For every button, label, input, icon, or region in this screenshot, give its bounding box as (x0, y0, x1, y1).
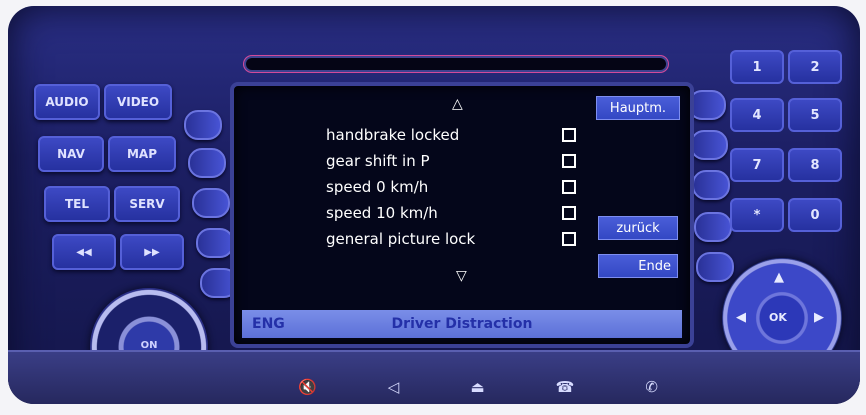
tel-button[interactable]: TEL (44, 186, 110, 222)
back-softkey[interactable]: zurück (598, 216, 678, 240)
head-unit: AUDIO VIDEO NAV MAP TEL SERV ◀◀ ▶▶ ON △ … (8, 6, 860, 404)
key-4[interactable]: 4 (730, 98, 784, 132)
handbrake-checkbox[interactable] (562, 128, 576, 142)
language-indicator: ENG (252, 316, 285, 332)
menu-item-label: gear shift in P (326, 152, 430, 170)
dpad-ok-button[interactable]: OK (769, 311, 787, 324)
scroll-down-icon[interactable]: ▽ (456, 268, 467, 284)
right-softkey-3[interactable] (692, 170, 730, 200)
menu-item-label: speed 0 km/h (326, 178, 429, 196)
menu-item-speed-10[interactable]: speed 10 km/h (326, 200, 576, 226)
right-softkey-4[interactable] (694, 212, 732, 242)
menu-item-handbrake[interactable]: handbrake locked (326, 122, 576, 148)
screen-title: Driver Distraction (391, 316, 533, 332)
menu-item-speed-0[interactable]: speed 0 km/h (326, 174, 576, 200)
menu-item-picture-lock[interactable]: general picture lock (326, 226, 576, 252)
main-menu-softkey[interactable]: Hauptm. (596, 96, 680, 120)
key-0[interactable]: 0 (788, 198, 842, 232)
left-softkey-1[interactable] (184, 110, 222, 140)
picture-lock-checkbox[interactable] (562, 232, 576, 246)
display-screen: △ handbrake locked gear shift in P speed… (230, 82, 694, 348)
key-5[interactable]: 5 (788, 98, 842, 132)
audio-button[interactable]: AUDIO (34, 84, 100, 120)
previous-track-button[interactable]: ◀◀ (52, 234, 116, 270)
video-button[interactable]: VIDEO (104, 84, 172, 120)
dpad-left-icon[interactable]: ◀ (736, 310, 746, 325)
hang-up-icon[interactable]: ☎ (556, 378, 575, 396)
dpad-up-icon[interactable]: ▲ (774, 270, 784, 285)
cd-slot[interactable] (246, 58, 666, 70)
map-button[interactable]: MAP (108, 136, 176, 172)
gear-shift-checkbox[interactable] (562, 154, 576, 168)
key-2[interactable]: 2 (788, 50, 842, 84)
speed-0-checkbox[interactable] (562, 180, 576, 194)
left-softkey-4[interactable] (196, 228, 234, 258)
driver-distraction-menu: handbrake locked gear shift in P speed 0… (326, 122, 576, 252)
key-star[interactable]: * (730, 198, 784, 232)
status-bar: ENG Driver Distraction (242, 310, 682, 338)
menu-item-label: speed 10 km/h (326, 204, 438, 222)
key-1[interactable]: 1 (730, 50, 784, 84)
key-7[interactable]: 7 (730, 148, 784, 182)
mute-icon[interactable]: 🔇 (298, 378, 317, 396)
end-softkey[interactable]: Ende (598, 254, 678, 278)
left-softkey-2[interactable] (188, 148, 226, 178)
menu-item-label: general picture lock (326, 230, 476, 248)
bottom-button-row: 🔇 ◁ ⏏ ☎ ✆ (298, 374, 658, 400)
dpad-right-icon[interactable]: ▶ (814, 310, 824, 325)
key-8[interactable]: 8 (788, 148, 842, 182)
nav-button[interactable]: NAV (38, 136, 104, 172)
right-softkey-5[interactable] (696, 252, 734, 282)
serv-button[interactable]: SERV (114, 186, 180, 222)
eject-icon[interactable]: ⏏ (470, 378, 484, 396)
menu-item-gear-shift[interactable]: gear shift in P (326, 148, 576, 174)
menu-item-label: handbrake locked (326, 126, 460, 144)
phone-icon[interactable]: ✆ (645, 378, 658, 396)
right-softkey-2[interactable] (690, 130, 728, 160)
next-track-button[interactable]: ▶▶ (120, 234, 184, 270)
scroll-up-icon[interactable]: △ (452, 96, 463, 112)
left-softkey-3[interactable] (192, 188, 230, 218)
speaker-off-icon[interactable]: ◁ (388, 378, 400, 396)
speed-10-checkbox[interactable] (562, 206, 576, 220)
